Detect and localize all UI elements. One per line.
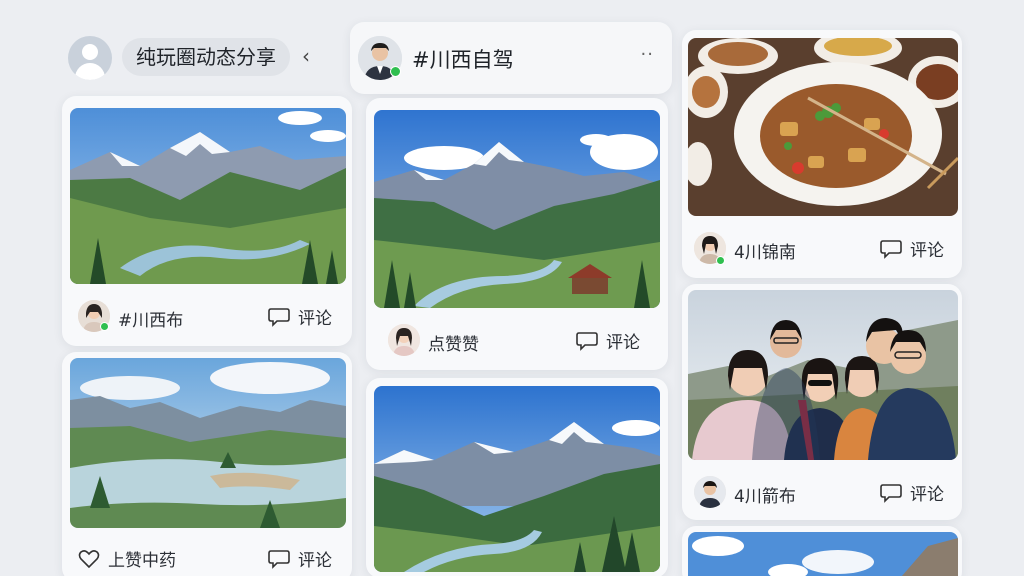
post-photo-alpine-valley[interactable] xyxy=(374,386,660,572)
comment-button[interactable]: 评论 xyxy=(880,236,944,261)
comment-button[interactable]: 评论 xyxy=(268,304,332,329)
post-card-7[interactable] xyxy=(682,526,962,576)
comment-label: 评论 xyxy=(298,309,332,329)
comment-bubble-icon xyxy=(268,549,290,569)
online-status-dot xyxy=(100,322,109,331)
like-label: 上赞中药 xyxy=(108,551,176,571)
comment-label: 评论 xyxy=(606,333,640,353)
author-avatar[interactable] xyxy=(694,476,726,508)
post-author-label: #川西布 xyxy=(118,311,184,331)
post-photo-sky-mountain[interactable] xyxy=(688,532,958,576)
post-card-1[interactable]: #川西布 评论 xyxy=(62,96,352,346)
comment-label: 评论 xyxy=(910,485,944,505)
comment-label: 评论 xyxy=(910,241,944,261)
post-author-label: 点赞赞 xyxy=(428,335,479,355)
comment-button[interactable]: 评论 xyxy=(576,328,640,353)
post-card-5[interactable]: 4川锦南 评论 xyxy=(682,30,962,278)
collapse-chevron-icon[interactable]: ‹ xyxy=(302,44,310,68)
online-status-dot xyxy=(390,66,401,77)
comment-button[interactable]: 评论 xyxy=(880,480,944,505)
post-author-label: 4川箭布 xyxy=(734,487,796,507)
user-avatar[interactable] xyxy=(68,36,112,80)
post-card-3[interactable]: 上赞中药 评论 xyxy=(62,352,352,576)
post-card-6[interactable]: 4川箭布 评论 xyxy=(682,284,962,520)
heart-icon xyxy=(78,549,100,568)
post-author-label: 4川锦南 xyxy=(734,243,796,263)
comment-bubble-icon xyxy=(576,331,598,351)
topic-title: #川西自驾 xyxy=(412,48,514,72)
comment-bubble-icon xyxy=(268,307,290,327)
author-avatar[interactable] xyxy=(388,324,420,356)
comment-bubble-icon xyxy=(880,239,902,259)
post-photo-food-platter[interactable] xyxy=(688,38,958,216)
post-photo-mountain-river[interactable] xyxy=(70,108,346,284)
comment-label: 评论 xyxy=(298,551,332,571)
post-photo-lake-valley[interactable] xyxy=(70,358,346,528)
post-photo-group-selfie[interactable] xyxy=(688,290,958,460)
comment-button[interactable]: 评论 xyxy=(268,546,332,571)
comment-bubble-icon xyxy=(880,483,902,503)
post-photo-snow-peak-cabin[interactable] xyxy=(374,110,660,308)
more-dots-icon[interactable]: ·· xyxy=(641,44,654,65)
feed-title-pill[interactable]: 纯玩圈动态分享 xyxy=(122,38,290,76)
post-card-2[interactable]: 点赞赞 评论 xyxy=(366,98,668,370)
topic-header-card[interactable]: #川西自驾 ·· xyxy=(350,22,672,94)
online-status-dot xyxy=(716,256,725,265)
like-button[interactable]: 上赞中药 xyxy=(78,546,176,571)
post-card-4[interactable] xyxy=(366,378,668,576)
